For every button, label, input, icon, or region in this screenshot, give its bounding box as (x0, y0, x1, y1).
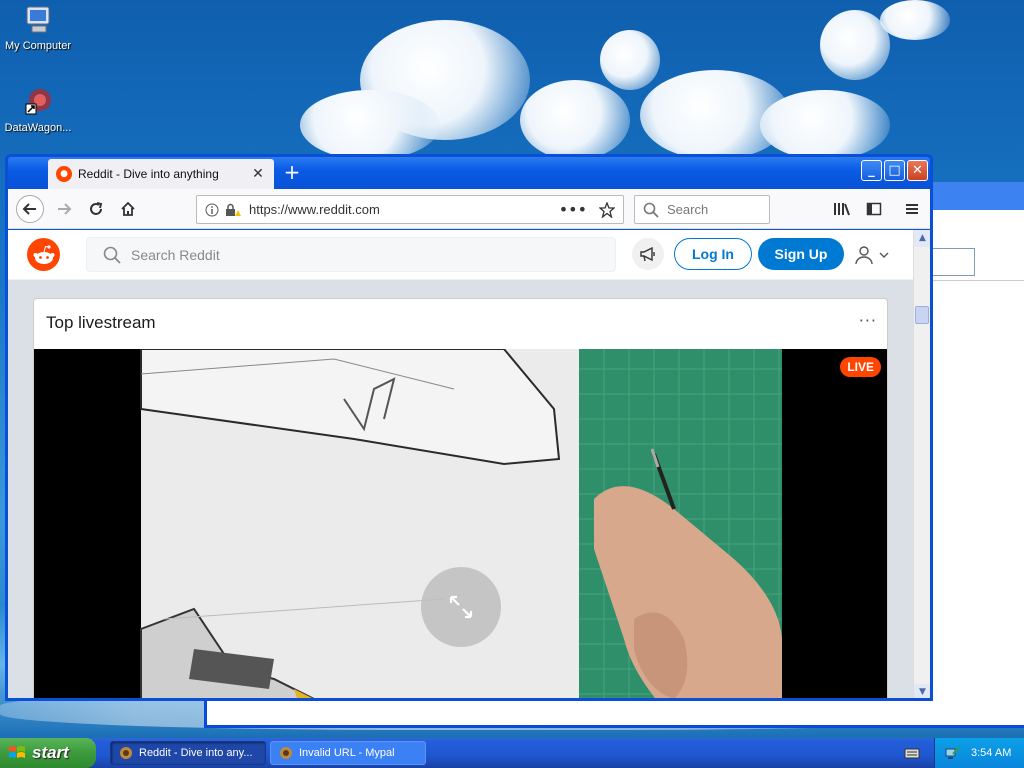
megaphone-icon (640, 246, 655, 262)
reddit-favicon-icon: ● (56, 166, 72, 182)
info-icon[interactable] (205, 203, 219, 217)
address-bar[interactable]: https://www.reddit.com ••• (196, 195, 624, 224)
reddit-search-input[interactable]: Search Reddit (86, 237, 616, 272)
minimize-button[interactable]: _ (861, 160, 882, 181)
chevron-down-icon (879, 252, 889, 258)
page-scrollbar[interactable]: ▲ ▼ (913, 230, 930, 698)
cloud (880, 0, 950, 40)
expand-video-button[interactable] (421, 567, 501, 647)
reddit-header: Search Reddit Log In Sign Up (8, 230, 916, 280)
search-icon (103, 246, 121, 264)
reddit-logo-icon[interactable] (27, 238, 60, 271)
user-menu-button[interactable] (854, 242, 894, 268)
computer-icon (22, 4, 54, 36)
cloud (300, 90, 440, 160)
library-button[interactable] (828, 195, 856, 223)
cloud (760, 90, 890, 160)
keyboard-icon[interactable] (904, 746, 920, 759)
sign-up-button[interactable]: Sign Up (758, 238, 844, 270)
desktop-icon-label: DataWagon... (4, 122, 72, 134)
log-in-button[interactable]: Log In (674, 238, 752, 270)
scroll-up-icon[interactable]: ▲ (914, 230, 930, 247)
nav-bar: https://www.reddit.com ••• Search (8, 189, 930, 229)
system-tray: 3:54 AM (934, 738, 1024, 768)
start-label: start (32, 743, 69, 762)
datawagon-icon (22, 86, 54, 118)
window-controls: _ □ ✕ (861, 160, 928, 181)
taskbar-item-invalid-url[interactable]: Invalid URL - Mypal (270, 741, 426, 765)
browser-search-input[interactable]: Search (634, 195, 770, 224)
desktop-icon-my-computer[interactable]: My Computer (0, 4, 78, 52)
live-badge: LIVE (840, 357, 881, 377)
advertise-button[interactable] (632, 238, 664, 270)
taskbar: start Reddit - Dive into any... Invalid … (0, 738, 1024, 768)
hamburger-menu-icon (906, 204, 918, 214)
reddit-page: Search Reddit Log In Sign Up Top livestr… (8, 230, 916, 698)
top-livestream-card: Top livestream ··· LIVE (33, 298, 888, 698)
page-actions-icon[interactable]: ••• (559, 200, 587, 219)
close-button[interactable]: ✕ (907, 160, 928, 181)
sidebar-button[interactable] (860, 195, 888, 223)
title-bar[interactable]: ● Reddit - Dive into anything ✕ + _ □ ✕ (8, 157, 930, 189)
mypal-icon (120, 747, 132, 759)
cloud (600, 30, 660, 90)
bookmark-star-icon[interactable] (599, 201, 615, 218)
new-tab-button[interactable]: + (280, 161, 304, 185)
user-icon (855, 246, 873, 265)
network-icon[interactable] (945, 745, 961, 761)
video-frame (34, 349, 887, 698)
desktop-icon-datawagon[interactable]: DataWagon... (0, 86, 78, 134)
reddit-search-placeholder: Search Reddit (131, 246, 220, 263)
cloud (520, 80, 630, 160)
desktop-icon-label: My Computer (4, 40, 72, 52)
library-icon (834, 203, 850, 216)
arrow-left-icon (22, 203, 36, 215)
start-button[interactable]: start (0, 738, 96, 768)
browser-window[interactable]: ● Reddit - Dive into anything ✕ + _ □ ✕ … (5, 154, 933, 701)
taskbar-item-label: Invalid URL - Mypal (299, 747, 395, 759)
reload-button[interactable] (82, 195, 110, 223)
forward-button[interactable] (50, 195, 78, 223)
tab-close-icon[interactable]: ✕ (250, 166, 266, 182)
livestream-video[interactable]: LIVE (34, 349, 887, 698)
more-options-icon[interactable]: ··· (859, 311, 877, 330)
windows-flag-icon (9, 746, 25, 758)
reload-icon (90, 202, 103, 215)
sidebar-icon (866, 202, 882, 216)
lock-warning-icon[interactable] (225, 203, 241, 217)
scroll-down-icon[interactable]: ▼ (914, 684, 930, 698)
taskbar-item-label: Reddit - Dive into any... (139, 747, 253, 759)
browser-search-placeholder: Search (667, 202, 709, 217)
taskbar-item-reddit[interactable]: Reddit - Dive into any... (110, 741, 266, 765)
url-text: https://www.reddit.com (249, 202, 380, 217)
menu-button[interactable] (898, 195, 926, 223)
clock[interactable]: 3:54 AM (971, 747, 1011, 759)
arrow-right-icon (58, 203, 72, 215)
home-button[interactable] (114, 195, 142, 223)
section-title: Top livestream (46, 313, 156, 332)
scroll-thumb[interactable] (915, 306, 929, 324)
tab-reddit[interactable]: ● Reddit - Dive into anything ✕ (48, 159, 274, 189)
tab-title: Reddit - Dive into anything (78, 167, 219, 181)
back-button[interactable] (16, 195, 44, 223)
home-icon (121, 201, 135, 216)
expand-icon (449, 595, 473, 619)
background-window-field[interactable] (927, 248, 975, 276)
search-icon (643, 202, 659, 218)
maximize-button[interactable]: □ (884, 160, 905, 181)
mypal-icon (280, 747, 292, 759)
